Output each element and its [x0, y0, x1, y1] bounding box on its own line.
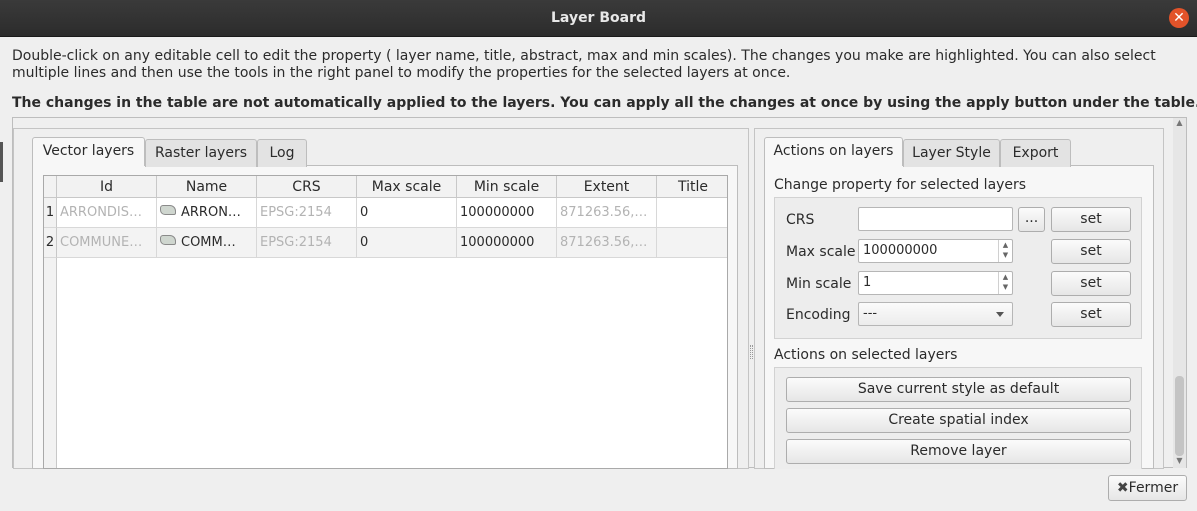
- cell-extent: 871263.56,…: [557, 198, 657, 227]
- col-name[interactable]: Name: [157, 176, 257, 198]
- cell-title[interactable]: [657, 228, 727, 257]
- row-number[interactable]: 1: [44, 198, 57, 228]
- cell-id: ARRONDIS…: [57, 198, 157, 227]
- encoding-value: ---: [863, 306, 878, 321]
- tab-export[interactable]: Export: [1000, 139, 1071, 167]
- cell-name-text: COMM…: [181, 235, 236, 250]
- cell-id: COMMUNE…: [57, 228, 157, 257]
- tab-log[interactable]: Log: [257, 139, 307, 167]
- cell-crs: EPSG:2154: [257, 228, 357, 257]
- crs-set-button[interactable]: set: [1051, 207, 1131, 232]
- cell-name-text: ARRON…: [181, 205, 241, 220]
- crs-browse-button[interactable]: ...: [1018, 207, 1045, 232]
- window-title: Layer Board: [551, 10, 646, 26]
- cell-crs: EPSG:2154: [257, 198, 357, 227]
- max-scale-label: Max scale: [786, 244, 856, 260]
- min-scale-spinbox[interactable]: 1 ▲ ▼: [858, 271, 1013, 295]
- polygon-layer-icon: [160, 204, 176, 215]
- tab-vector-layers[interactable]: Vector layers: [32, 137, 145, 166]
- actions-title: Actions on selected layers: [774, 347, 958, 363]
- scroll-down-icon[interactable]: ▼: [1173, 456, 1186, 468]
- row-number[interactable]: 2: [44, 228, 57, 258]
- close-icon[interactable]: ✕: [1169, 8, 1189, 28]
- col-min-scale[interactable]: Min scale: [457, 176, 557, 198]
- chevron-down-icon: [996, 312, 1004, 317]
- cell-max-scale[interactable]: 0: [357, 198, 457, 227]
- cell-min-scale[interactable]: 100000000: [457, 198, 557, 227]
- panel-splitter-handle[interactable]: [750, 345, 753, 359]
- save-style-button[interactable]: Save current style as default: [786, 377, 1131, 402]
- table-row[interactable]: ARRONDIS… ARRON… EPSG:2154 0 100000000 8…: [57, 198, 727, 228]
- polygon-layer-icon: [160, 234, 176, 245]
- panel-scrollbar[interactable]: ▲ ▼: [1173, 118, 1186, 468]
- col-id[interactable]: Id: [57, 176, 157, 198]
- intro-text: Double-click on any editable cell to edi…: [12, 48, 1156, 81]
- max-scale-set-button[interactable]: set: [1051, 239, 1131, 264]
- crs-input[interactable]: [858, 207, 1013, 231]
- col-extent[interactable]: Extent: [557, 176, 657, 198]
- tab-layer-style[interactable]: Layer Style: [903, 139, 1000, 167]
- cell-title[interactable]: [657, 198, 727, 227]
- spin-arrows-icon[interactable]: ▲ ▼: [998, 272, 1012, 294]
- table-header: Id Name CRS Max scale Min scale Extent T…: [44, 176, 727, 198]
- encoding-select[interactable]: ---: [858, 302, 1013, 326]
- corner-cell: [44, 176, 57, 198]
- max-scale-spinbox[interactable]: 100000000 ▲ ▼: [858, 239, 1013, 263]
- min-scale-label: Min scale: [786, 276, 852, 292]
- cell-name[interactable]: ARRON…: [157, 198, 257, 227]
- cell-name[interactable]: COMM…: [157, 228, 257, 257]
- change-property-title: Change property for selected layers: [774, 177, 1027, 193]
- cell-min-scale[interactable]: 100000000: [457, 228, 557, 257]
- col-crs[interactable]: CRS: [257, 176, 357, 198]
- min-scale-set-button[interactable]: set: [1051, 271, 1131, 296]
- tab-actions-on-layers[interactable]: Actions on layers: [764, 137, 903, 166]
- col-title[interactable]: Title: [657, 176, 727, 198]
- fermer-button[interactable]: ✖Fermer: [1108, 475, 1187, 501]
- warning-text: The changes in the table are not automat…: [12, 95, 1197, 111]
- x-icon: ✖: [1116, 480, 1129, 496]
- cell-max-scale[interactable]: 0: [357, 228, 457, 257]
- min-scale-value: 1: [863, 275, 872, 290]
- title-bar: Layer Board ✕: [0, 0, 1197, 37]
- table-row[interactable]: COMMUNE… COMM… EPSG:2154 0 100000000 871…: [57, 228, 727, 258]
- spin-arrows-icon[interactable]: ▲ ▼: [998, 240, 1012, 262]
- encoding-label: Encoding: [786, 307, 851, 323]
- col-max-scale[interactable]: Max scale: [357, 176, 457, 198]
- layers-table: Id Name CRS Max scale Min scale Extent T…: [43, 175, 728, 469]
- max-scale-value: 100000000: [863, 243, 938, 258]
- scroll-up-icon[interactable]: ▲: [1173, 118, 1186, 130]
- fermer-label: Fermer: [1128, 480, 1179, 496]
- crs-label: CRS: [786, 212, 815, 228]
- remove-layer-button[interactable]: Remove layer: [786, 439, 1131, 464]
- create-spatial-index-button[interactable]: Create spatial index: [786, 408, 1131, 433]
- scrollbar-thumb[interactable]: [1175, 376, 1184, 456]
- cell-extent: 871263.56,…: [557, 228, 657, 257]
- encoding-set-button[interactable]: set: [1051, 302, 1131, 327]
- window-edge: [0, 142, 3, 182]
- tab-raster-layers[interactable]: Raster layers: [145, 139, 257, 167]
